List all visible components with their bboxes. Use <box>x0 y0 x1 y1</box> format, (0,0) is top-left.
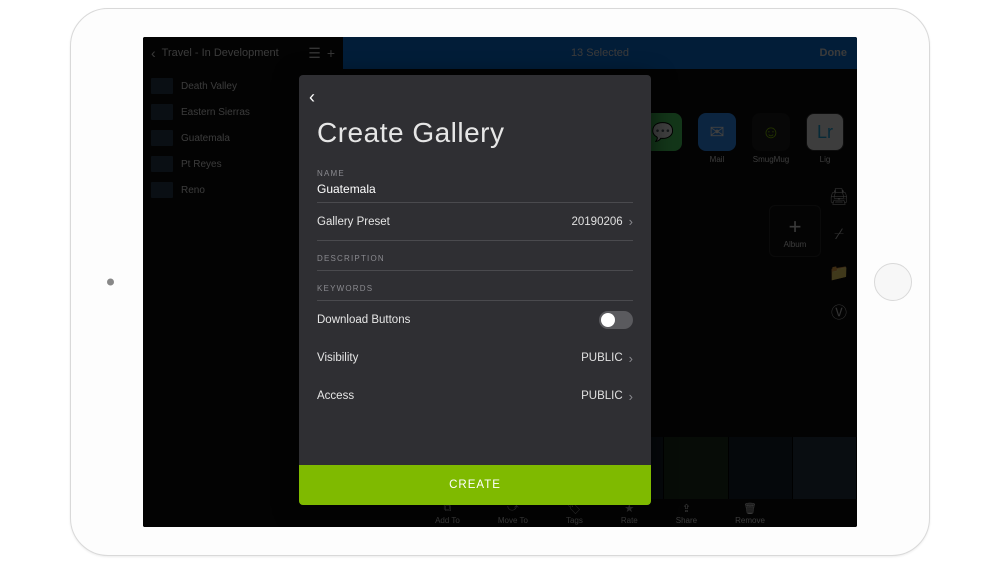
print-icon[interactable]: 🖨 <box>829 187 849 207</box>
share-app-label: SmugMug <box>753 155 789 164</box>
keywords-input[interactable] <box>317 276 633 300</box>
gallery-name-input[interactable] <box>317 178 633 203</box>
keywords-field[interactable] <box>317 271 633 301</box>
files-icon[interactable]: 📁 <box>829 263 849 283</box>
visibility-value: PUBLIC <box>581 352 623 364</box>
smugmug-icon: ☺ <box>752 113 790 151</box>
share-icon: ⇪ <box>682 502 691 515</box>
share-app-smugmug[interactable]: ☺ SmugMug <box>749 113 793 164</box>
sort-icon[interactable]: ☰ <box>308 45 321 62</box>
photo-thumb[interactable] <box>664 437 728 499</box>
ipad-home-button[interactable] <box>874 263 912 301</box>
trash-icon: 🗑 <box>743 502 757 515</box>
share-app-label: Mail <box>710 155 725 164</box>
visibility-label: Visibility <box>317 352 358 364</box>
app-screen: ‹ Travel - In Development ☰ + Death Vall… <box>143 37 857 527</box>
sidebar-item-label: Death Valley <box>181 81 237 92</box>
sidebar-item-label: Pt Reyes <box>181 159 222 170</box>
photo-thumb[interactable] <box>729 437 793 499</box>
share-app-label: Lig <box>820 155 831 164</box>
create-gallery-modal: ‹ Create Gallery NAME Gallery Preset 201… <box>299 75 651 505</box>
name-label: NAME <box>317 161 633 178</box>
thumb <box>151 78 173 94</box>
sidebar-item-label: Eastern Sierras <box>181 107 250 118</box>
lightroom-icon: Lr <box>806 113 844 151</box>
modal-back-button[interactable]: ‹ <box>309 87 333 111</box>
sidebar-item-label: Guatemala <box>181 133 230 144</box>
thumb <box>151 156 173 172</box>
album-tile-label: Album <box>784 240 807 249</box>
system-actions: 🖨 ⌿ 📁 Ⓥ <box>829 187 849 321</box>
sidebar-header[interactable]: ‹ Travel - In Development ☰ + <box>143 37 343 69</box>
chevron-right-icon: › <box>629 389 633 404</box>
download-buttons-row[interactable]: Download Buttons <box>317 301 633 339</box>
visibility-row[interactable]: Visibility PUBLIC › <box>317 339 633 377</box>
preset-value: 20190206 <box>571 216 622 228</box>
mail-icon: ✉ <box>698 113 736 151</box>
new-album-tile[interactable]: +Album <box>769 205 821 257</box>
access-label: Access <box>317 390 354 402</box>
gallery-preset-row[interactable]: Gallery Preset 20190206 › <box>317 203 633 241</box>
ipad-frame: ‹ Travel - In Development ☰ + Death Vall… <box>70 8 930 556</box>
sidebar-title: Travel - In Development <box>162 47 279 59</box>
thumb <box>151 182 173 198</box>
description-input[interactable] <box>317 246 633 270</box>
sidebar-item-label: Reno <box>181 185 205 196</box>
chevron-right-icon: › <box>629 351 633 366</box>
download-toggle[interactable] <box>599 311 633 329</box>
tool-share[interactable]: ⇪Share <box>676 502 697 525</box>
create-button[interactable]: CREATE <box>299 465 651 505</box>
photo-thumb[interactable] <box>793 437 857 499</box>
description-field[interactable] <box>317 241 633 271</box>
selection-bar: 13 Selected Done <box>343 37 857 69</box>
thumb <box>151 104 173 120</box>
selection-count: 13 Selected <box>571 47 629 59</box>
download-label: Download Buttons <box>317 314 410 326</box>
open-in-icon[interactable]: ⌿ <box>829 225 849 245</box>
preset-label: Gallery Preset <box>317 216 390 228</box>
access-row[interactable]: Access PUBLIC › <box>317 377 633 415</box>
wordpress-icon[interactable]: Ⓥ <box>829 301 849 321</box>
thumb <box>151 130 173 146</box>
modal-title: Create Gallery <box>299 75 651 161</box>
done-button[interactable]: Done <box>820 47 848 59</box>
access-value: PUBLIC <box>581 390 623 402</box>
album-row: +Album <box>769 205 821 257</box>
tool-remove[interactable]: 🗑Remove <box>735 502 765 525</box>
share-app-lightroom[interactable]: Lr Lig <box>803 113 847 164</box>
ipad-camera <box>107 279 114 286</box>
share-app-mail[interactable]: ✉ Mail <box>695 113 739 164</box>
plus-icon: + <box>789 214 802 240</box>
back-icon[interactable]: ‹ <box>151 45 156 61</box>
chevron-right-icon: › <box>629 214 633 229</box>
modal-body: NAME Gallery Preset 20190206 › Download B… <box>299 161 651 465</box>
plus-icon[interactable]: + <box>327 45 335 61</box>
